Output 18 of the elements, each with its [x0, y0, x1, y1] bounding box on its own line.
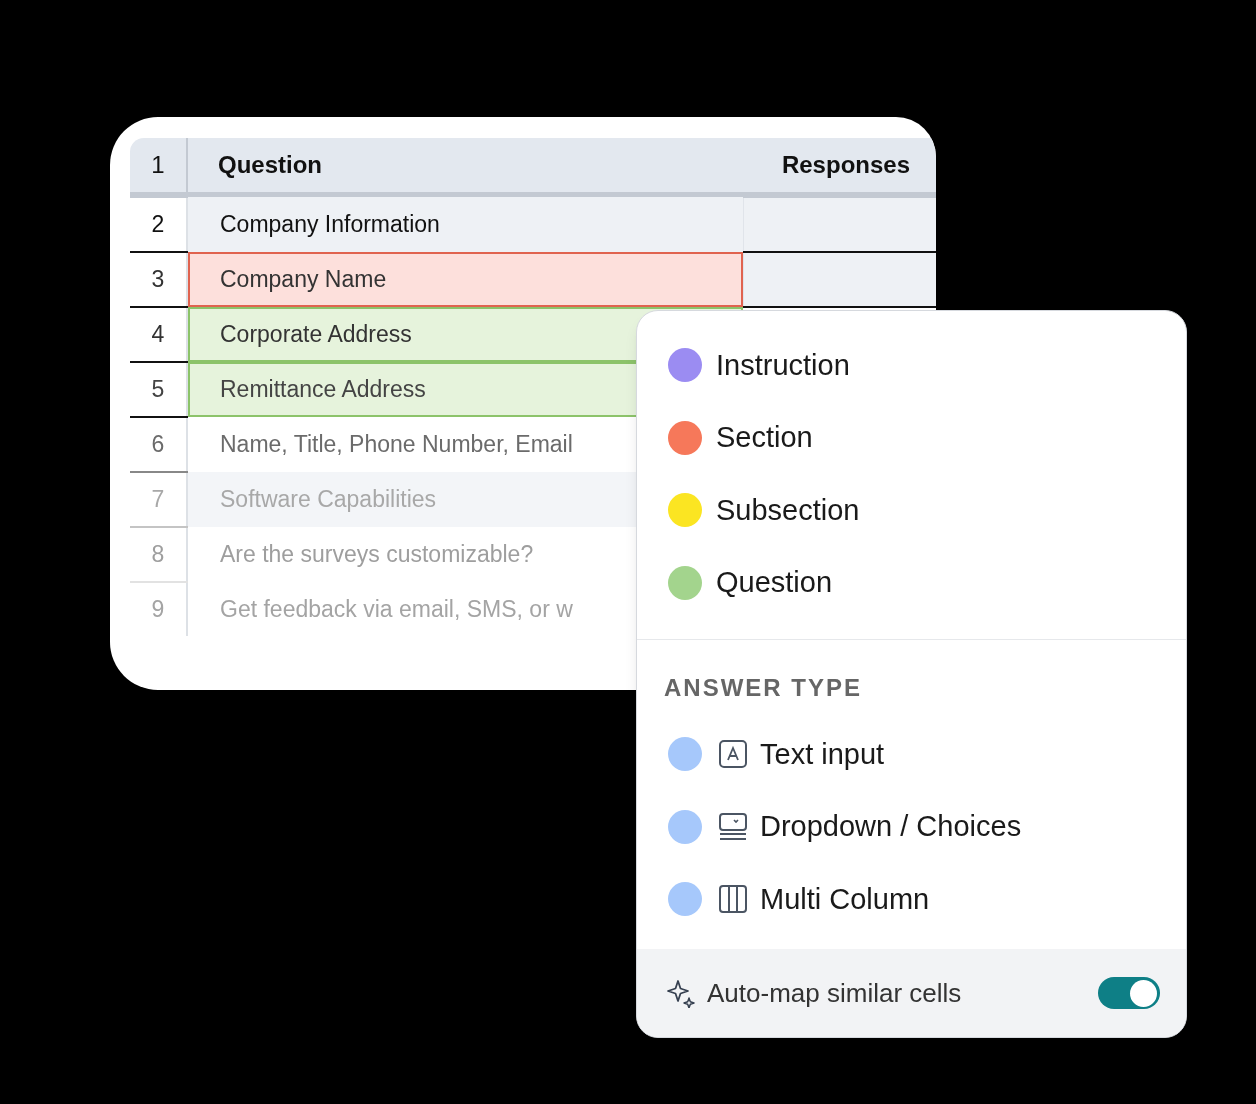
- menu-item[interactable]: Text input: [637, 718, 1186, 791]
- row-number: 1: [130, 138, 188, 192]
- text-input-icon: [718, 739, 748, 770]
- column-header: Responses: [781, 150, 911, 180]
- menu-item-label: Dropdown / Choices: [760, 809, 1022, 844]
- menu-item[interactable]: Dropdown / Choices: [637, 790, 1186, 863]
- menu-item-label: Text input: [760, 736, 885, 772]
- table-cell: Company Name: [188, 252, 743, 307]
- menu-item-label: Multi Column: [760, 881, 930, 917]
- toggle-label: Auto-map similar cells: [707, 976, 963, 1010]
- toggle-switch[interactable]: [1098, 977, 1160, 1009]
- columns-icon: [718, 884, 748, 915]
- section-heading: ANSWER TYPE: [663, 673, 863, 703]
- sparkle-icon: [667, 978, 695, 1008]
- dropdown-icon: [718, 811, 748, 842]
- menu-item[interactable]: Multi Column: [637, 863, 1186, 936]
- column-header: Question: [217, 150, 323, 180]
- table-cell: Company Information: [188, 197, 743, 252]
